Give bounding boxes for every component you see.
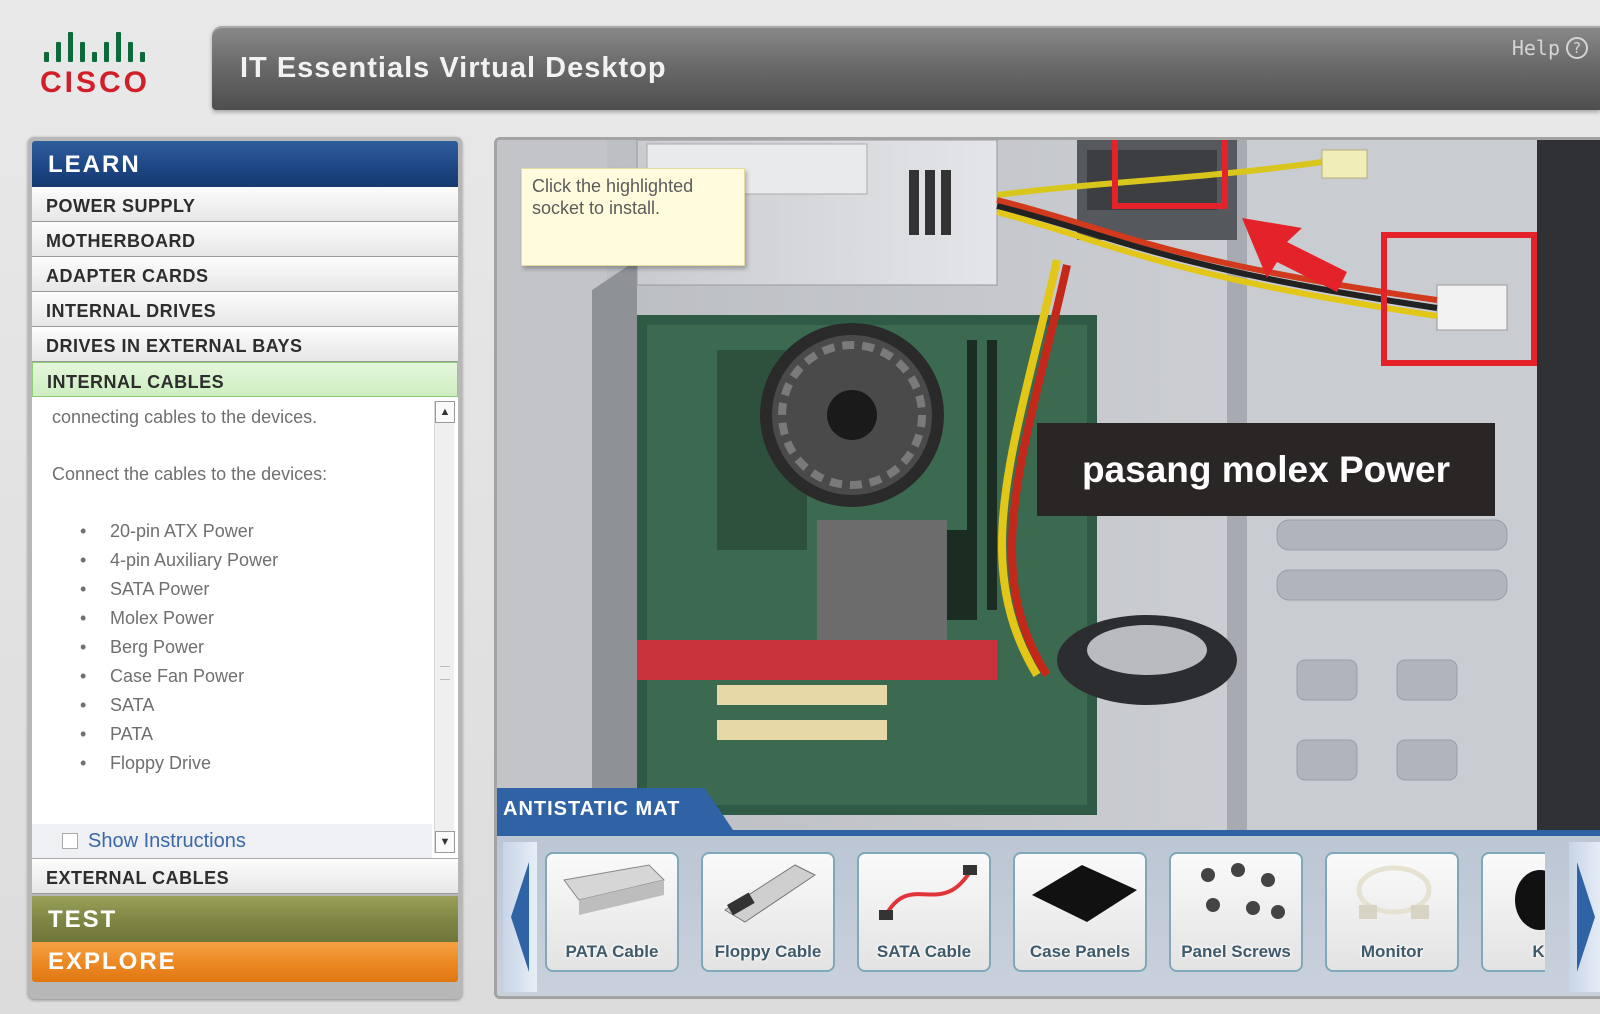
list-item: Berg Power bbox=[80, 633, 432, 662]
scroll-grip-icon[interactable] bbox=[440, 666, 450, 680]
instructions-content: connecting cables to the devices. Connec… bbox=[32, 397, 458, 859]
screws-icon bbox=[1201, 863, 1285, 919]
show-instructions-label: Show Instructions bbox=[88, 830, 246, 852]
question-circle-icon: ? bbox=[1566, 37, 1588, 59]
content-scrollbar[interactable]: ▲ ▼ bbox=[434, 401, 455, 853]
explore-section-header[interactable]: EXPLORE bbox=[32, 942, 458, 982]
sata-cable-icon bbox=[879, 865, 977, 920]
antistatic-mat-label: ANTISTATIC MAT bbox=[497, 788, 733, 830]
cisco-logo: CISCO bbox=[40, 30, 170, 105]
tray-left-arrow[interactable] bbox=[503, 842, 537, 992]
left-panel: LEARN POWER SUPPLY MOTHERBOARD ADAPTER C… bbox=[28, 137, 462, 999]
content-line-1: connecting cables to the devices. bbox=[52, 407, 318, 427]
tool-label: Monitor bbox=[1360, 942, 1424, 961]
chevron-right-icon bbox=[1577, 862, 1595, 972]
list-item: Molex Power bbox=[80, 604, 432, 633]
tool-label: Case Panels bbox=[1029, 942, 1131, 961]
cable-list: 20-pin ATX Power 4-pin Auxiliary Power S… bbox=[52, 517, 432, 778]
scroll-down-icon[interactable]: ▼ bbox=[435, 831, 455, 853]
cisco-wordmark: CISCO bbox=[40, 66, 151, 99]
case-panel-icon bbox=[1032, 865, 1137, 922]
list-item: SATA Power bbox=[80, 575, 432, 604]
tool-label: Floppy Cable bbox=[714, 942, 822, 961]
floppy-cable-icon bbox=[724, 864, 816, 923]
show-instructions-toggle[interactable]: Show Instructions bbox=[32, 824, 432, 858]
instruction-tooltip: Click the highlighted socket to install. bbox=[521, 168, 745, 266]
list-item: Case Fan Power bbox=[80, 662, 432, 691]
virtual-desktop-viewport: Click the highlighted socket to install.… bbox=[494, 137, 1600, 999]
menu-item-drives-external-bays[interactable]: DRIVES IN EXTERNAL BAYS bbox=[32, 327, 458, 362]
title-bar: IT Essentials Virtual Desktop Help ? bbox=[212, 26, 1600, 110]
tool-list: PATA Cable Floppy Cable SATA Cable Case … bbox=[545, 852, 1545, 972]
menu-item-internal-drives[interactable]: INTERNAL DRIVES bbox=[32, 292, 458, 327]
monitor-cable-icon bbox=[1356, 865, 1432, 919]
list-item: SATA bbox=[80, 691, 432, 720]
menu-item-internal-cables[interactable]: INTERNAL CABLES bbox=[32, 362, 458, 397]
test-section-header[interactable]: TEST bbox=[32, 896, 458, 942]
tool-tray: PATA Cable Floppy Cable SATA Cable Case … bbox=[497, 830, 1600, 996]
list-item: 4-pin Auxiliary Power bbox=[80, 546, 432, 575]
tool-floppy-cable[interactable]: Floppy Cable bbox=[701, 852, 835, 972]
tool-keyboard[interactable]: Key bbox=[1481, 852, 1545, 972]
menu-item-motherboard[interactable]: MOTHERBOARD bbox=[32, 222, 458, 257]
app-title: IT Essentials Virtual Desktop bbox=[240, 52, 667, 84]
help-button[interactable]: Help ? bbox=[1512, 36, 1588, 60]
menu-item-adapter-cards[interactable]: ADAPTER CARDS bbox=[32, 257, 458, 292]
tool-sata-cable[interactable]: SATA Cable bbox=[857, 852, 991, 972]
tool-case-panels[interactable]: Case Panels bbox=[1013, 852, 1147, 972]
tool-monitor[interactable]: Monitor bbox=[1325, 852, 1459, 972]
menu-item-external-cables[interactable]: EXTERNAL CABLES bbox=[32, 859, 458, 894]
content-line-2: Connect the cables to the devices: bbox=[52, 464, 328, 484]
annotation-label: pasang molex Power bbox=[1037, 423, 1495, 516]
pata-cable-icon bbox=[563, 864, 665, 915]
tool-label: PATA Cable bbox=[565, 942, 659, 961]
help-label: Help bbox=[1511, 36, 1560, 60]
chevron-left-icon bbox=[511, 862, 529, 972]
tool-label: Panel Screws bbox=[1181, 942, 1291, 961]
tray-right-arrow[interactable] bbox=[1569, 842, 1600, 992]
tool-label: Key bbox=[1532, 942, 1545, 961]
learn-section-header[interactable]: LEARN bbox=[32, 141, 458, 187]
list-item: PATA bbox=[80, 720, 432, 749]
tool-label: SATA Cable bbox=[876, 942, 972, 961]
cisco-bars-icon bbox=[40, 30, 170, 62]
keyboard-icon bbox=[1515, 870, 1545, 930]
list-item: 20-pin ATX Power bbox=[80, 517, 432, 546]
menu-item-power-supply[interactable]: POWER SUPPLY bbox=[32, 187, 458, 222]
tool-pata-cable[interactable]: PATA Cable bbox=[545, 852, 679, 972]
tool-panel-screws[interactable]: Panel Screws bbox=[1169, 852, 1303, 972]
list-item: Floppy Drive bbox=[80, 749, 432, 778]
show-instructions-checkbox[interactable] bbox=[62, 833, 78, 849]
scroll-up-icon[interactable]: ▲ bbox=[435, 401, 455, 423]
